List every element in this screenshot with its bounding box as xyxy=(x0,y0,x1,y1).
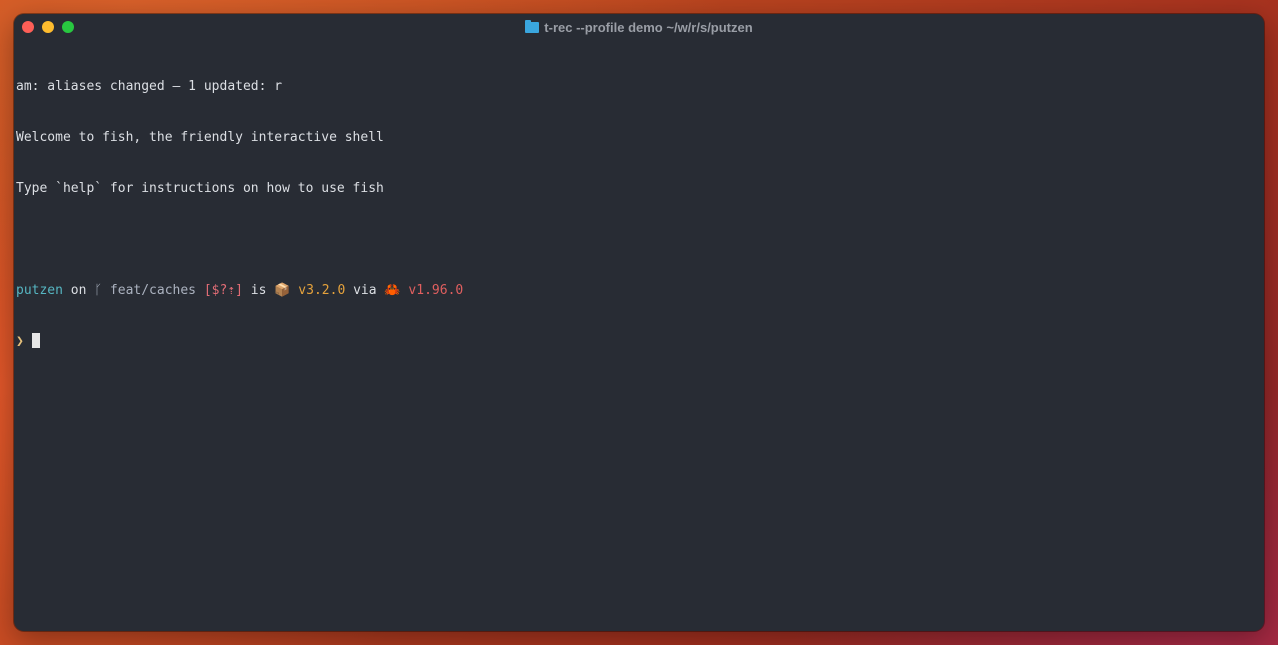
rust-crab-icon: 🦀 xyxy=(384,283,401,298)
title-bar[interactable]: t-rec --profile demo ~/w/r/s/putzen xyxy=(14,14,1264,42)
prompt-is-word: is xyxy=(242,283,275,298)
output-line-help: Type `help` for instructions on how to u… xyxy=(16,181,384,196)
output-line-aliases: am: aliases changed — 1 updated: r xyxy=(16,79,283,94)
output-line-blank xyxy=(16,231,463,248)
terminal-output[interactable]: am: aliases changed — 1 updated: r Welco… xyxy=(16,44,463,384)
package-icon: 📦 xyxy=(274,283,291,298)
folder-icon xyxy=(525,20,540,33)
prompt-rust-version: v1.96.0 xyxy=(400,283,464,298)
prompt-input-line[interactable]: ❯ xyxy=(16,333,463,350)
prompt-char: ❯ xyxy=(16,334,24,349)
prompt-via-word: via xyxy=(345,283,385,298)
git-branch-icon: ᚴ xyxy=(94,283,103,298)
terminal-window[interactable]: t-rec --profile demo ~/w/r/s/putzen am: … xyxy=(14,14,1264,631)
window-title-text: t-rec --profile demo ~/w/r/s/putzen xyxy=(544,20,753,35)
prompt-directory: putzen xyxy=(16,283,63,298)
window-title: t-rec --profile demo ~/w/r/s/putzen xyxy=(14,20,1264,35)
output-line-welcome: Welcome to fish, the friendly interactiv… xyxy=(16,130,384,145)
prompt-git-branch: feat/caches xyxy=(102,283,204,298)
prompt-info-line: putzen on ᚴ feat/caches [$?⇡] is 📦 v3.2.… xyxy=(16,282,463,299)
prompt-package-version: v3.2.0 xyxy=(290,283,346,298)
text-cursor xyxy=(31,333,40,348)
prompt-git-status: [$?⇡] xyxy=(203,283,243,298)
prompt-on-word: on xyxy=(62,283,95,298)
